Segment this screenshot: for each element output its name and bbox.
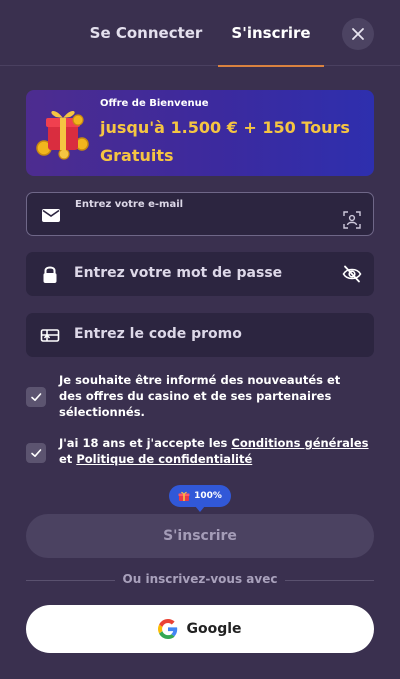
auth-tabs: Se Connecter S'inscrire: [0, 0, 400, 67]
offer-label: Offre de Bienvenue: [100, 98, 209, 109]
privacy-link[interactable]: Politique de confidentialité: [76, 452, 252, 466]
newsletter-checkbox[interactable]: [26, 387, 46, 407]
checkmark-icon: [31, 393, 42, 401]
password-field[interactable]: Entrez votre mot de passe: [26, 252, 374, 296]
eye-off-icon[interactable]: [342, 264, 362, 284]
terms-consent: J'ai 18 ans et j'accepte les Conditions …: [26, 435, 374, 467]
checkmark-icon: [31, 449, 42, 457]
email-field[interactable]: Entrez votre e-mail: [26, 192, 374, 236]
divider-text: Ou inscrivez-vous avec: [122, 572, 278, 586]
age-statement: J'ai 18 ans et j'accepte les: [59, 436, 232, 450]
gift-icon: [178, 491, 190, 501]
close-button[interactable]: [342, 18, 374, 50]
offer-amount: jusqu'à 1.500 € + 150 Tours Gratuits: [100, 118, 350, 165]
google-label: Google: [186, 621, 242, 637]
terms-checkbox[interactable]: [26, 443, 46, 463]
promo-code-placeholder: Entrez le code promo: [74, 326, 242, 342]
register-submit-button[interactable]: S'inscrire: [26, 514, 374, 558]
promo-code-field[interactable]: Entrez le code promo: [26, 313, 374, 357]
close-icon: [352, 28, 364, 40]
bonus-percent: 100%: [194, 491, 222, 501]
bonus-progress-badge: 100%: [169, 485, 231, 512]
tab-register[interactable]: S'inscrire: [218, 0, 324, 67]
gift-icon: [40, 329, 60, 342]
email-input[interactable]: [75, 213, 335, 233]
email-label: Entrez votre e-mail: [75, 199, 184, 210]
google-signup-button[interactable]: Google: [26, 605, 374, 653]
envelope-icon: [42, 209, 60, 222]
newsletter-label: Je souhaite être informé des nouveautés …: [59, 373, 341, 419]
terms-link[interactable]: Conditions générales: [231, 436, 368, 450]
password-placeholder: Entrez votre mot de passe: [74, 265, 283, 281]
contact-scan-icon[interactable]: [343, 211, 361, 229]
conjunction-text: et: [59, 452, 77, 466]
newsletter-consent: Je souhaite être informé des nouveautés …: [26, 372, 366, 420]
tab-login[interactable]: Se Connecter: [78, 0, 214, 66]
divider-line: [26, 580, 115, 581]
divider-line: [285, 580, 374, 581]
terms-label: J'ai 18 ans et j'accepte les Conditions …: [59, 435, 374, 467]
gift-coins-icon: [36, 110, 89, 160]
lock-icon: [43, 266, 57, 283]
google-logo-icon: [158, 619, 178, 639]
welcome-offer-banner: Offre de Bienvenue jusqu'à 1.500 € + 150…: [26, 90, 374, 176]
